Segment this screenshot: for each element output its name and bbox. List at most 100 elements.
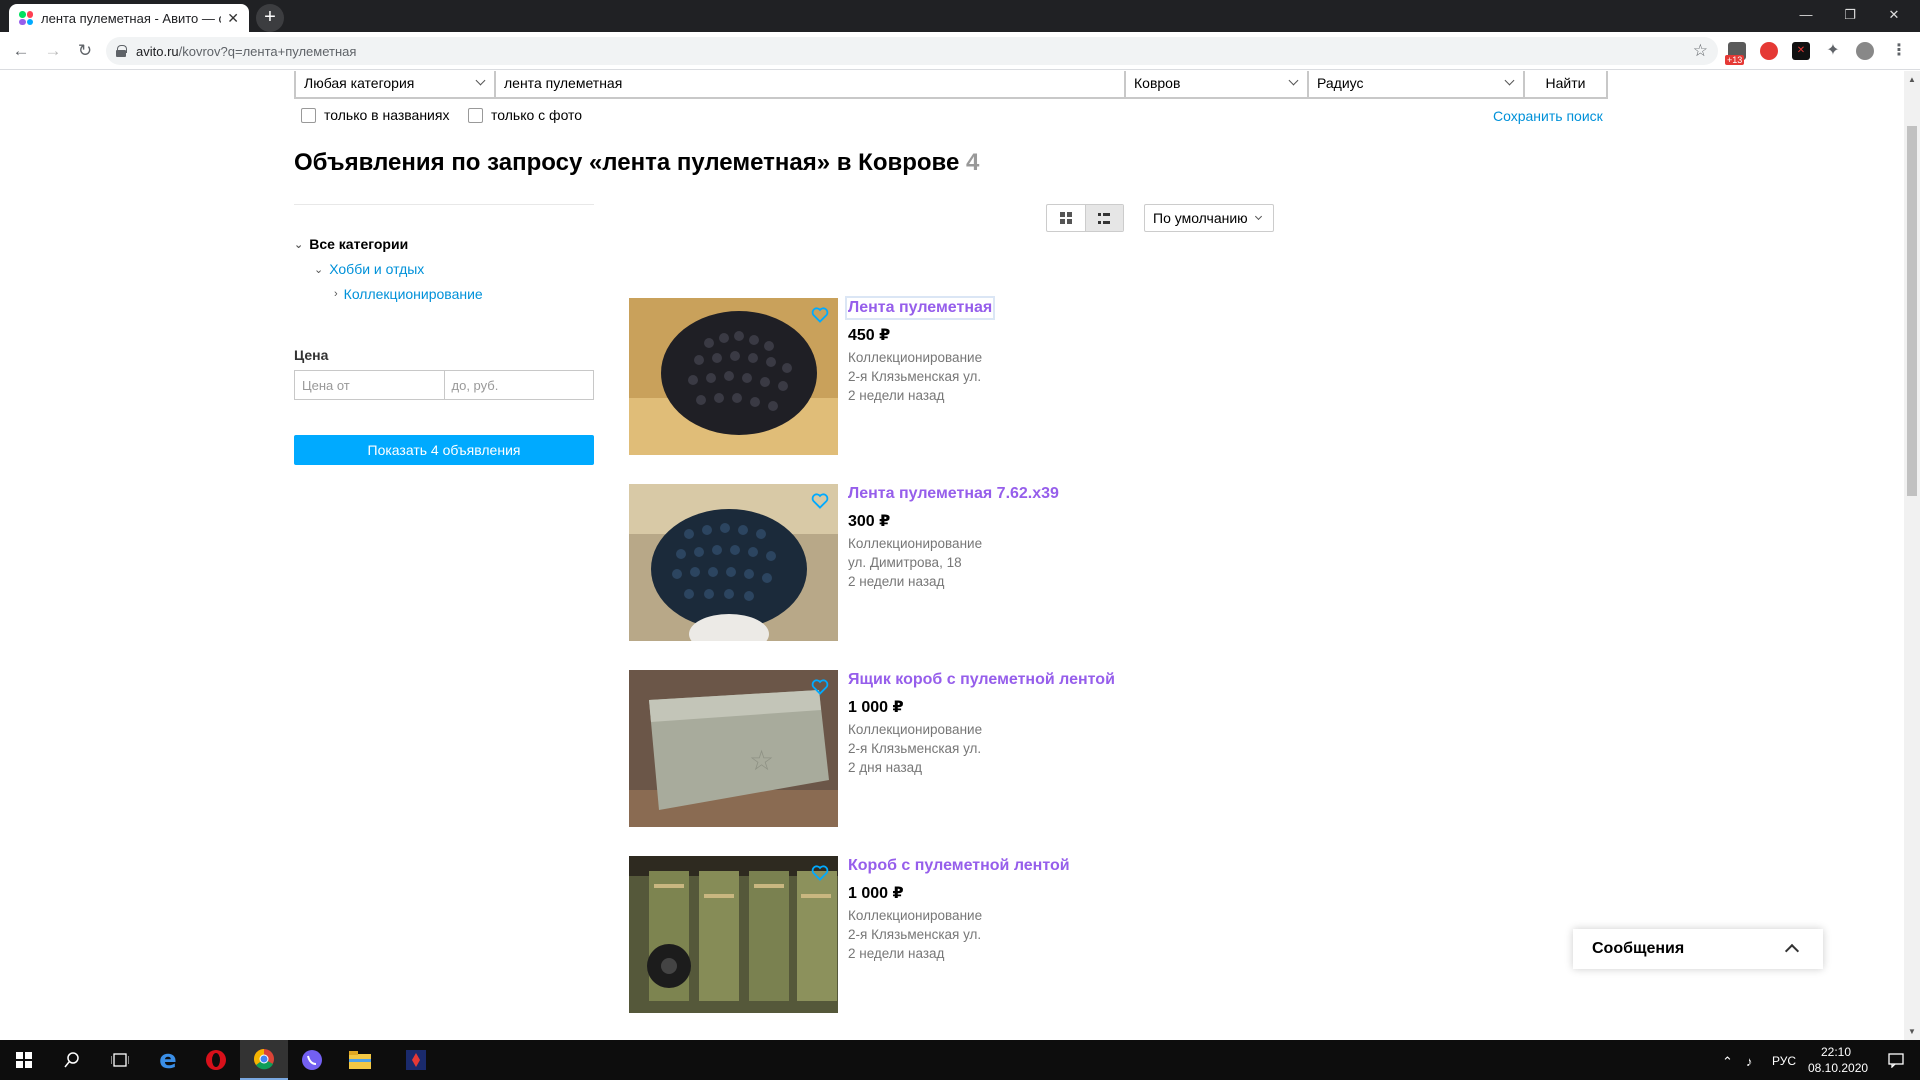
listing-title[interactable]: Лента пулеметная: [844, 296, 996, 320]
list-view-button[interactable]: [1084, 205, 1123, 231]
close-window-button[interactable]: ✕: [1872, 0, 1916, 30]
show-results-button[interactable]: Показать 4 объявления: [294, 435, 594, 465]
chevron-up-icon[interactable]: [1784, 943, 1800, 959]
listing-photo[interactable]: ☆: [629, 670, 838, 827]
heart-icon[interactable]: [811, 679, 829, 695]
scroll-up-icon[interactable]: ▲: [1908, 75, 1916, 84]
windows-start-icon[interactable]: [0, 1040, 48, 1080]
checkbox-box[interactable]: [301, 107, 316, 123]
location-select[interactable]: Ковров: [1126, 71, 1309, 97]
listing-item: Лента пулеметная 450 ₽ Коллекционировани…: [629, 296, 1229, 456]
chevron-down-icon: ⌄: [314, 263, 324, 276]
chevron-down-icon: [475, 75, 486, 86]
sort-select-value: По умолчанию: [1153, 210, 1248, 226]
radius-select-value: Радиус: [1317, 75, 1364, 91]
view-toggle: [1046, 204, 1124, 232]
extensions-puzzle-icon[interactable]: ✦: [1824, 42, 1842, 60]
lock-icon: [116, 45, 127, 57]
huawei-app-icon[interactable]: [392, 1040, 440, 1080]
adblock-icon[interactable]: [1760, 42, 1778, 60]
only-photo-checkbox[interactable]: только с фото: [468, 107, 582, 123]
only-titles-label: только в названиях: [324, 107, 450, 123]
listing-photo[interactable]: [629, 484, 838, 641]
search-input-value: лента пулеметная: [504, 75, 623, 91]
scroll-down-icon[interactable]: ▼: [1908, 1027, 1916, 1036]
listing-date: 2 недели назад: [848, 574, 945, 589]
heart-icon[interactable]: [811, 307, 829, 323]
listing-item: ☆ Ящик короб с пулеметной лентой 1 000 ₽…: [629, 670, 1229, 828]
category-select[interactable]: Любая категория: [296, 71, 496, 97]
price-label: Цена: [294, 347, 329, 363]
sidebar-divider: [294, 204, 594, 205]
only-titles-checkbox[interactable]: только в названиях: [301, 107, 449, 123]
save-search-link[interactable]: Сохранить поиск: [1493, 108, 1603, 124]
listing-item: Короб с пулеметной лентой 1 000 ₽ Коллек…: [629, 856, 1229, 1014]
viber-icon[interactable]: [288, 1040, 336, 1080]
listing-photo[interactable]: [629, 298, 838, 455]
tray-chevron-up-icon[interactable]: ⌃: [1722, 1054, 1733, 1070]
browser-tab[interactable]: лента пулеметная - Авито — об ✕: [9, 4, 249, 32]
listing-category: Коллекционирование: [848, 722, 983, 737]
search-input[interactable]: лента пулеметная: [496, 71, 1126, 97]
back-icon[interactable]: ←: [10, 40, 32, 62]
listing-address: 2-я Клязьменская ул.: [848, 927, 982, 942]
only-photo-label: только с фото: [491, 107, 583, 123]
checkbox-box[interactable]: [468, 107, 483, 123]
search-icon[interactable]: [48, 1040, 96, 1080]
browser-tabstrip: лента пулеметная - Авито — об ✕ + — ❐ ✕: [0, 0, 1920, 32]
maximize-button[interactable]: ❐: [1828, 0, 1872, 30]
tab-close-icon[interactable]: ✕: [227, 10, 239, 27]
clock-date: 08.10.2020: [1808, 1061, 1869, 1075]
language-indicator[interactable]: РУС: [1772, 1054, 1796, 1068]
minimize-button[interactable]: —: [1784, 0, 1828, 30]
grid-view-button[interactable]: [1047, 205, 1085, 231]
x-extension-icon[interactable]: ✕: [1792, 42, 1810, 60]
page-scrollbar[interactable]: ▲ ▼: [1904, 71, 1920, 1040]
price-to-input[interactable]: до, руб.: [443, 371, 594, 399]
new-tab-button[interactable]: +: [256, 4, 284, 32]
profile-avatar-icon[interactable]: [1856, 42, 1874, 60]
find-button[interactable]: Найти: [1525, 71, 1606, 97]
listing-photo[interactable]: [629, 856, 838, 1013]
category-collecting[interactable]: › Коллекционирование: [334, 286, 483, 302]
scrollbar-thumb[interactable]: [1907, 126, 1917, 496]
menu-dots-icon[interactable]: ⋮: [1890, 42, 1908, 60]
star-icon[interactable]: ☆: [1693, 41, 1708, 61]
messages-label: Сообщения: [1592, 940, 1685, 957]
avito-favicon-icon: [19, 11, 33, 25]
chevron-down-icon: ⌄: [294, 238, 304, 251]
listing-title[interactable]: Ящик короб с пулеметной лентой: [848, 671, 1115, 689]
page-title: Объявления по запросу «лента пулеметная»…: [294, 149, 979, 177]
browser-toolbar: ← → ↻ avito.ru/kovrov?q=лента+пулеметная…: [0, 32, 1920, 70]
list-view-icon: [1098, 213, 1110, 224]
messages-panel[interactable]: Сообщения: [1573, 929, 1823, 969]
price-from-input[interactable]: Цена от: [295, 371, 444, 399]
taskbar: e ⌃ ♪ РУС 22:10 08.10.2020: [0, 1040, 1920, 1080]
category-hobby[interactable]: ⌄ Хобби и отдых: [314, 261, 424, 277]
chevron-down-icon: [1504, 75, 1515, 86]
category-label: Хобби и отдых: [329, 261, 425, 277]
address-bar[interactable]: avito.ru/kovrov?q=лента+пулеметная ☆: [106, 37, 1718, 65]
file-explorer-icon[interactable]: [336, 1040, 384, 1080]
notifications-icon[interactable]: [1872, 1040, 1920, 1080]
category-all[interactable]: ⌄ Все категории: [294, 236, 408, 252]
reload-icon[interactable]: ↻: [74, 40, 96, 62]
chevron-down-icon: [1288, 75, 1299, 86]
edge-icon[interactable]: e: [144, 1040, 192, 1080]
listing-category: Коллекционирование: [848, 350, 983, 365]
chrome-icon[interactable]: [240, 1040, 288, 1080]
heart-icon[interactable]: [811, 493, 829, 509]
listing-price: 1 000 ₽: [848, 699, 904, 716]
sort-select[interactable]: По умолчанию: [1144, 204, 1274, 232]
listing-title[interactable]: Короб с пулеметной лентой: [848, 857, 1070, 875]
listing-title[interactable]: Лента пулеметная 7.62.х39: [848, 485, 1059, 503]
opera-icon[interactable]: [192, 1040, 240, 1080]
forward-icon[interactable]: →: [42, 40, 64, 62]
clock[interactable]: 22:10 08.10.2020: [1808, 1044, 1869, 1076]
radius-select[interactable]: Радиус: [1309, 71, 1525, 97]
volume-icon[interactable]: ♪: [1746, 1054, 1753, 1069]
task-view-icon[interactable]: [96, 1040, 144, 1080]
listing-date: 2 дня назад: [848, 760, 923, 775]
listing-address: 2-я Клязьменская ул.: [848, 369, 982, 384]
heart-icon[interactable]: [811, 865, 829, 881]
